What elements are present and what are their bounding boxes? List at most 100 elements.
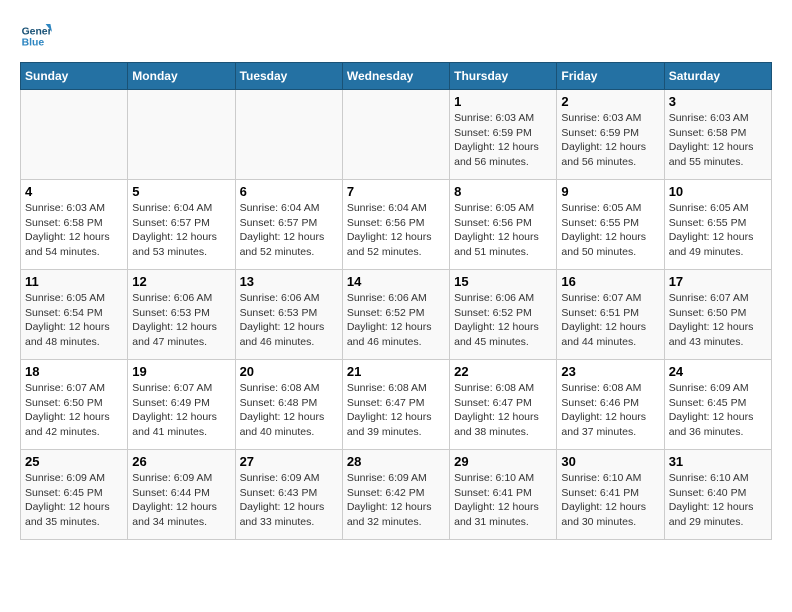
day-info: Sunrise: 6:10 AMSunset: 6:41 PMDaylight:… [454, 471, 552, 530]
calendar-cell: 24Sunrise: 6:09 AMSunset: 6:45 PMDayligh… [664, 360, 771, 450]
calendar-cell: 11 Sunrise: 6:05 AMSunset: 6:54 PMDayligh… [21, 270, 128, 360]
day-number: 13 [240, 274, 338, 289]
calendar-cell: 10 Sunrise: 6:05 AMSunset: 6:55 PMDayligh… [664, 180, 771, 270]
calendar-cell: 16Sunrise: 6:07 AMSunset: 6:51 PMDayligh… [557, 270, 664, 360]
day-number: 29 [454, 454, 552, 469]
day-info: Sunrise: 6:09 AMSunset: 6:42 PMDaylight:… [347, 471, 445, 530]
calendar-cell: 27 Sunrise: 6:09 AMSunset: 6:43 PMDayligh… [235, 450, 342, 540]
day-number: 21 [347, 364, 445, 379]
day-info: Sunrise: 6:08 AMSunset: 6:46 PMDaylight:… [561, 381, 659, 440]
day-number: 10 [669, 184, 767, 199]
calendar-cell: 4 Sunrise: 6:03 AMSunset: 6:58 PMDaylight… [21, 180, 128, 270]
day-number: 22 [454, 364, 552, 379]
day-number: 25 [25, 454, 123, 469]
day-number: 5 [132, 184, 230, 199]
day-info: Sunrise: 6:09 AMSunset: 6:45 PMDaylight:… [669, 381, 767, 440]
weekday-header-monday: Monday [128, 63, 235, 90]
day-info: Sunrise: 6:08 AMSunset: 6:48 PMDaylight:… [240, 381, 338, 440]
calendar-cell: 21 Sunrise: 6:08 AMSunset: 6:47 PMDayligh… [342, 360, 449, 450]
page-header: General Blue [20, 20, 772, 52]
day-info: Sunrise: 6:03 AMSunset: 6:59 PMDaylight:… [454, 111, 552, 170]
day-number: 11 [25, 274, 123, 289]
day-info: Sunrise: 6:08 AMSunset: 6:47 PMDaylight:… [454, 381, 552, 440]
calendar-cell: 6 Sunrise: 6:04 AMSunset: 6:57 PMDaylight… [235, 180, 342, 270]
calendar-week-row: 11 Sunrise: 6:05 AMSunset: 6:54 PMDayligh… [21, 270, 772, 360]
day-info: Sunrise: 6:10 AMSunset: 6:40 PMDaylight:… [669, 471, 767, 530]
calendar-cell: 19Sunrise: 6:07 AMSunset: 6:49 PMDayligh… [128, 360, 235, 450]
day-number: 8 [454, 184, 552, 199]
calendar-cell: 26 Sunrise: 6:09 AMSunset: 6:44 PMDayligh… [128, 450, 235, 540]
svg-text:General: General [22, 26, 52, 37]
calendar-table: SundayMondayTuesdayWednesdayThursdayFrid… [20, 62, 772, 540]
day-number: 3 [669, 94, 767, 109]
calendar-cell: 1Sunrise: 6:03 AMSunset: 6:59 PMDaylight… [450, 90, 557, 180]
weekday-header-tuesday: Tuesday [235, 63, 342, 90]
calendar-week-row: 18Sunrise: 6:07 AMSunset: 6:50 PMDayligh… [21, 360, 772, 450]
day-info: Sunrise: 6:04 AMSunset: 6:56 PMDaylight:… [347, 201, 445, 260]
calendar-body: 1Sunrise: 6:03 AMSunset: 6:59 PMDaylight… [21, 90, 772, 540]
day-info: Sunrise: 6:10 AMSunset: 6:41 PMDaylight:… [561, 471, 659, 530]
day-number: 7 [347, 184, 445, 199]
day-info: Sunrise: 6:06 AMSunset: 6:53 PMDaylight:… [240, 291, 338, 350]
day-number: 30 [561, 454, 659, 469]
day-number: 27 [240, 454, 338, 469]
calendar-week-row: 25 Sunrise: 6:09 AMSunset: 6:45 PMDayligh… [21, 450, 772, 540]
day-info: Sunrise: 6:08 AMSunset: 6:47 PMDaylight:… [347, 381, 445, 440]
weekday-header-wednesday: Wednesday [342, 63, 449, 90]
calendar-week-row: 1Sunrise: 6:03 AMSunset: 6:59 PMDaylight… [21, 90, 772, 180]
day-number: 17 [669, 274, 767, 289]
day-number: 15 [454, 274, 552, 289]
day-info: Sunrise: 6:03 AMSunset: 6:59 PMDaylight:… [561, 111, 659, 170]
day-number: 20 [240, 364, 338, 379]
day-info: Sunrise: 6:05 AMSunset: 6:54 PMDaylight:… [25, 291, 123, 350]
calendar-cell: 28 Sunrise: 6:09 AMSunset: 6:42 PMDayligh… [342, 450, 449, 540]
day-info: Sunrise: 6:06 AMSunset: 6:52 PMDaylight:… [454, 291, 552, 350]
weekday-header-row: SundayMondayTuesdayWednesdayThursdayFrid… [21, 63, 772, 90]
weekday-header-saturday: Saturday [664, 63, 771, 90]
day-info: Sunrise: 6:05 AMSunset: 6:55 PMDaylight:… [561, 201, 659, 260]
day-info: Sunrise: 6:03 AMSunset: 6:58 PMDaylight:… [25, 201, 123, 260]
day-info: Sunrise: 6:07 AMSunset: 6:50 PMDaylight:… [669, 291, 767, 350]
calendar-cell [128, 90, 235, 180]
calendar-header: SundayMondayTuesdayWednesdayThursdayFrid… [21, 63, 772, 90]
day-info: Sunrise: 6:06 AMSunset: 6:52 PMDaylight:… [347, 291, 445, 350]
calendar-cell: 12Sunrise: 6:06 AMSunset: 6:53 PMDayligh… [128, 270, 235, 360]
weekday-header-thursday: Thursday [450, 63, 557, 90]
calendar-cell: 2 Sunrise: 6:03 AMSunset: 6:59 PMDaylight… [557, 90, 664, 180]
calendar-cell: 7 Sunrise: 6:04 AMSunset: 6:56 PMDaylight… [342, 180, 449, 270]
calendar-cell: 29 Sunrise: 6:10 AMSunset: 6:41 PMDayligh… [450, 450, 557, 540]
day-number: 19 [132, 364, 230, 379]
calendar-cell [342, 90, 449, 180]
day-number: 9 [561, 184, 659, 199]
weekday-header-friday: Friday [557, 63, 664, 90]
calendar-cell: 31 Sunrise: 6:10 AMSunset: 6:40 PMDayligh… [664, 450, 771, 540]
calendar-week-row: 4 Sunrise: 6:03 AMSunset: 6:58 PMDaylight… [21, 180, 772, 270]
day-number: 2 [561, 94, 659, 109]
day-number: 23 [561, 364, 659, 379]
logo: General Blue [20, 20, 52, 52]
day-info: Sunrise: 6:05 AMSunset: 6:55 PMDaylight:… [669, 201, 767, 260]
day-info: Sunrise: 6:04 AMSunset: 6:57 PMDaylight:… [132, 201, 230, 260]
day-info: Sunrise: 6:04 AMSunset: 6:57 PMDaylight:… [240, 201, 338, 260]
calendar-cell: 15 Sunrise: 6:06 AMSunset: 6:52 PMDayligh… [450, 270, 557, 360]
logo-icon: General Blue [20, 20, 52, 52]
calendar-cell: 25 Sunrise: 6:09 AMSunset: 6:45 PMDayligh… [21, 450, 128, 540]
weekday-header-sunday: Sunday [21, 63, 128, 90]
day-info: Sunrise: 6:03 AMSunset: 6:58 PMDaylight:… [669, 111, 767, 170]
day-number: 16 [561, 274, 659, 289]
day-info: Sunrise: 6:09 AMSunset: 6:45 PMDaylight:… [25, 471, 123, 530]
calendar-cell: 20 Sunrise: 6:08 AMSunset: 6:48 PMDayligh… [235, 360, 342, 450]
day-number: 31 [669, 454, 767, 469]
calendar-cell: 5 Sunrise: 6:04 AMSunset: 6:57 PMDaylight… [128, 180, 235, 270]
calendar-cell: 18Sunrise: 6:07 AMSunset: 6:50 PMDayligh… [21, 360, 128, 450]
day-number: 28 [347, 454, 445, 469]
day-info: Sunrise: 6:09 AMSunset: 6:43 PMDaylight:… [240, 471, 338, 530]
day-number: 26 [132, 454, 230, 469]
calendar-cell [21, 90, 128, 180]
calendar-cell: 3 Sunrise: 6:03 AMSunset: 6:58 PMDaylight… [664, 90, 771, 180]
day-number: 18 [25, 364, 123, 379]
day-number: 4 [25, 184, 123, 199]
day-number: 6 [240, 184, 338, 199]
day-info: Sunrise: 6:09 AMSunset: 6:44 PMDaylight:… [132, 471, 230, 530]
day-number: 14 [347, 274, 445, 289]
